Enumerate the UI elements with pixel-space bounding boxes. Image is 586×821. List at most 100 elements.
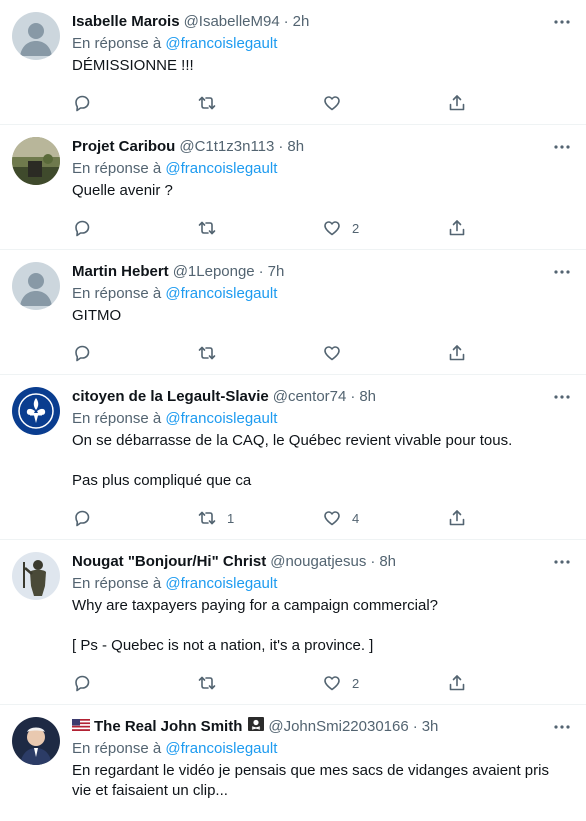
tweet[interactable]: Projet Caribou @C1t1z3n113 · 8h En répon… — [0, 125, 586, 250]
fleur-de-lis-avatar-icon — [12, 387, 60, 435]
tweet[interactable]: The Real John Smith @JohnSmi22030166 · 3… — [0, 705, 586, 821]
reply-button[interactable] — [72, 343, 197, 363]
reply-button[interactable] — [72, 218, 197, 238]
more-options-button[interactable] — [552, 387, 572, 407]
reply-to-handle[interactable]: @francoislegault — [165, 35, 277, 52]
timestamp[interactable]: 3h — [422, 717, 439, 737]
action-bar — [72, 332, 572, 374]
retweet-button[interactable] — [197, 343, 322, 363]
more-icon — [554, 270, 570, 274]
like-button[interactable] — [322, 93, 447, 113]
timestamp[interactable]: 8h — [359, 387, 376, 407]
action-bar — [72, 82, 572, 124]
reply-prefix: En réponse à — [72, 410, 162, 427]
share-button[interactable] — [447, 343, 572, 363]
user-handle[interactable]: @centor74 — [273, 387, 347, 407]
share-button[interactable] — [447, 218, 572, 238]
avatar[interactable] — [12, 387, 60, 435]
user-handle[interactable]: @1Leponge — [173, 262, 255, 282]
user-handle[interactable]: @C1t1z3n113 — [179, 137, 274, 157]
portrait-avatar-icon — [12, 717, 60, 765]
dot-separator: · — [258, 263, 264, 280]
avatar[interactable] — [12, 262, 60, 310]
like-button[interactable]: 2 — [322, 218, 447, 238]
more-options-button[interactable] — [552, 552, 572, 572]
reply-context: En réponse à @francoislegault — [72, 34, 572, 54]
user-handle[interactable]: @JohnSmi22030166 — [268, 717, 408, 737]
reply-prefix: En réponse à — [72, 285, 162, 302]
tweet[interactable]: citoyen de la Legault-Slavie @centor74 ·… — [0, 375, 586, 540]
timestamp[interactable]: 2h — [293, 12, 310, 32]
like-button[interactable] — [322, 343, 447, 363]
timestamp[interactable]: 8h — [379, 552, 396, 572]
retweet-button[interactable]: 1 — [197, 508, 322, 528]
photo-landscape-avatar-icon — [12, 137, 60, 185]
more-options-button[interactable] — [552, 262, 572, 282]
avatar[interactable] — [12, 717, 60, 765]
reply-button[interactable] — [72, 93, 197, 113]
share-icon — [449, 95, 465, 111]
reply-icon — [75, 95, 90, 112]
share-button[interactable] — [447, 673, 572, 693]
tweet[interactable]: Nougat "Bonjour/Hi" Christ @nougatjesus … — [0, 540, 586, 705]
retweet-icon — [198, 511, 216, 525]
share-button[interactable] — [447, 93, 572, 113]
more-icon — [554, 725, 570, 729]
dot-separator: · — [278, 138, 284, 155]
retweet-button[interactable] — [197, 673, 322, 693]
timestamp[interactable]: 7h — [268, 262, 285, 282]
reply-prefix: En réponse à — [72, 575, 162, 592]
like-count: 2 — [352, 675, 360, 691]
user-handle[interactable]: @IsabelleM94 — [184, 12, 280, 32]
tweet[interactable]: Martin Hebert @1Leponge · 7h En réponse … — [0, 250, 586, 375]
heart-icon — [324, 346, 340, 361]
tweet-text: En regardant le vidéo je pensais que mes… — [72, 762, 549, 799]
more-options-button[interactable] — [552, 12, 572, 32]
display-name[interactable]: Nougat "Bonjour/Hi" Christ — [72, 552, 266, 572]
display-name[interactable]: Isabelle Marois — [72, 12, 180, 32]
reply-context: En réponse à @francoislegault — [72, 409, 572, 429]
avatar[interactable] — [12, 552, 60, 600]
heart-icon — [324, 676, 340, 691]
reply-to-handle[interactable]: @francoislegault — [165, 410, 277, 427]
avatar[interactable] — [12, 12, 60, 60]
tweet-text: Quelle avenir ? — [72, 182, 173, 199]
like-count: 4 — [352, 510, 360, 526]
reply-prefix: En réponse à — [72, 740, 162, 757]
reply-to-handle[interactable]: @francoislegault — [165, 285, 277, 302]
share-icon — [449, 220, 465, 236]
user-handle[interactable]: @nougatjesus — [270, 552, 366, 572]
display-name[interactable]: citoyen de la Legault-Slavie — [72, 387, 269, 407]
reply-prefix: En réponse à — [72, 35, 162, 52]
like-button[interactable]: 2 — [322, 673, 447, 693]
tweet[interactable]: Isabelle Marois @IsabelleM94 · 2h En rép… — [0, 0, 586, 125]
reply-button[interactable] — [72, 508, 197, 528]
retweet-button[interactable] — [197, 218, 322, 238]
retweet-icon — [198, 221, 216, 235]
more-options-button[interactable] — [552, 137, 572, 157]
more-options-button[interactable] — [552, 717, 572, 737]
default-avatar-icon — [12, 12, 60, 60]
display-name[interactable]: The Real John Smith — [94, 717, 242, 737]
avatar[interactable] — [12, 137, 60, 185]
reply-to-handle[interactable]: @francoislegault — [165, 740, 277, 757]
heart-icon — [324, 221, 340, 236]
display-name[interactable]: Martin Hebert — [72, 262, 169, 282]
retweet-button[interactable] — [197, 93, 322, 113]
reply-to-handle[interactable]: @francoislegault — [165, 160, 277, 177]
like-button[interactable]: 4 — [322, 508, 447, 528]
tweet-text: DÉMISSIONNE !!! — [72, 57, 194, 74]
tweet-header: Nougat "Bonjour/Hi" Christ @nougatjesus … — [72, 552, 572, 572]
default-avatar-icon — [12, 262, 60, 310]
dot-separator: · — [370, 553, 376, 570]
us-flag-icon — [72, 719, 90, 731]
timestamp[interactable]: 8h — [287, 137, 304, 157]
reply-to-handle[interactable]: @francoislegault — [165, 575, 277, 592]
reply-button[interactable] — [72, 673, 197, 693]
reply-feed: Isabelle Marois @IsabelleM94 · 2h En rép… — [0, 0, 586, 821]
retweet-icon — [198, 346, 216, 360]
share-button[interactable] — [447, 508, 572, 528]
dot-separator: · — [412, 718, 418, 735]
display-name[interactable]: Projet Caribou — [72, 137, 175, 157]
retweet-count: 1 — [227, 510, 235, 526]
